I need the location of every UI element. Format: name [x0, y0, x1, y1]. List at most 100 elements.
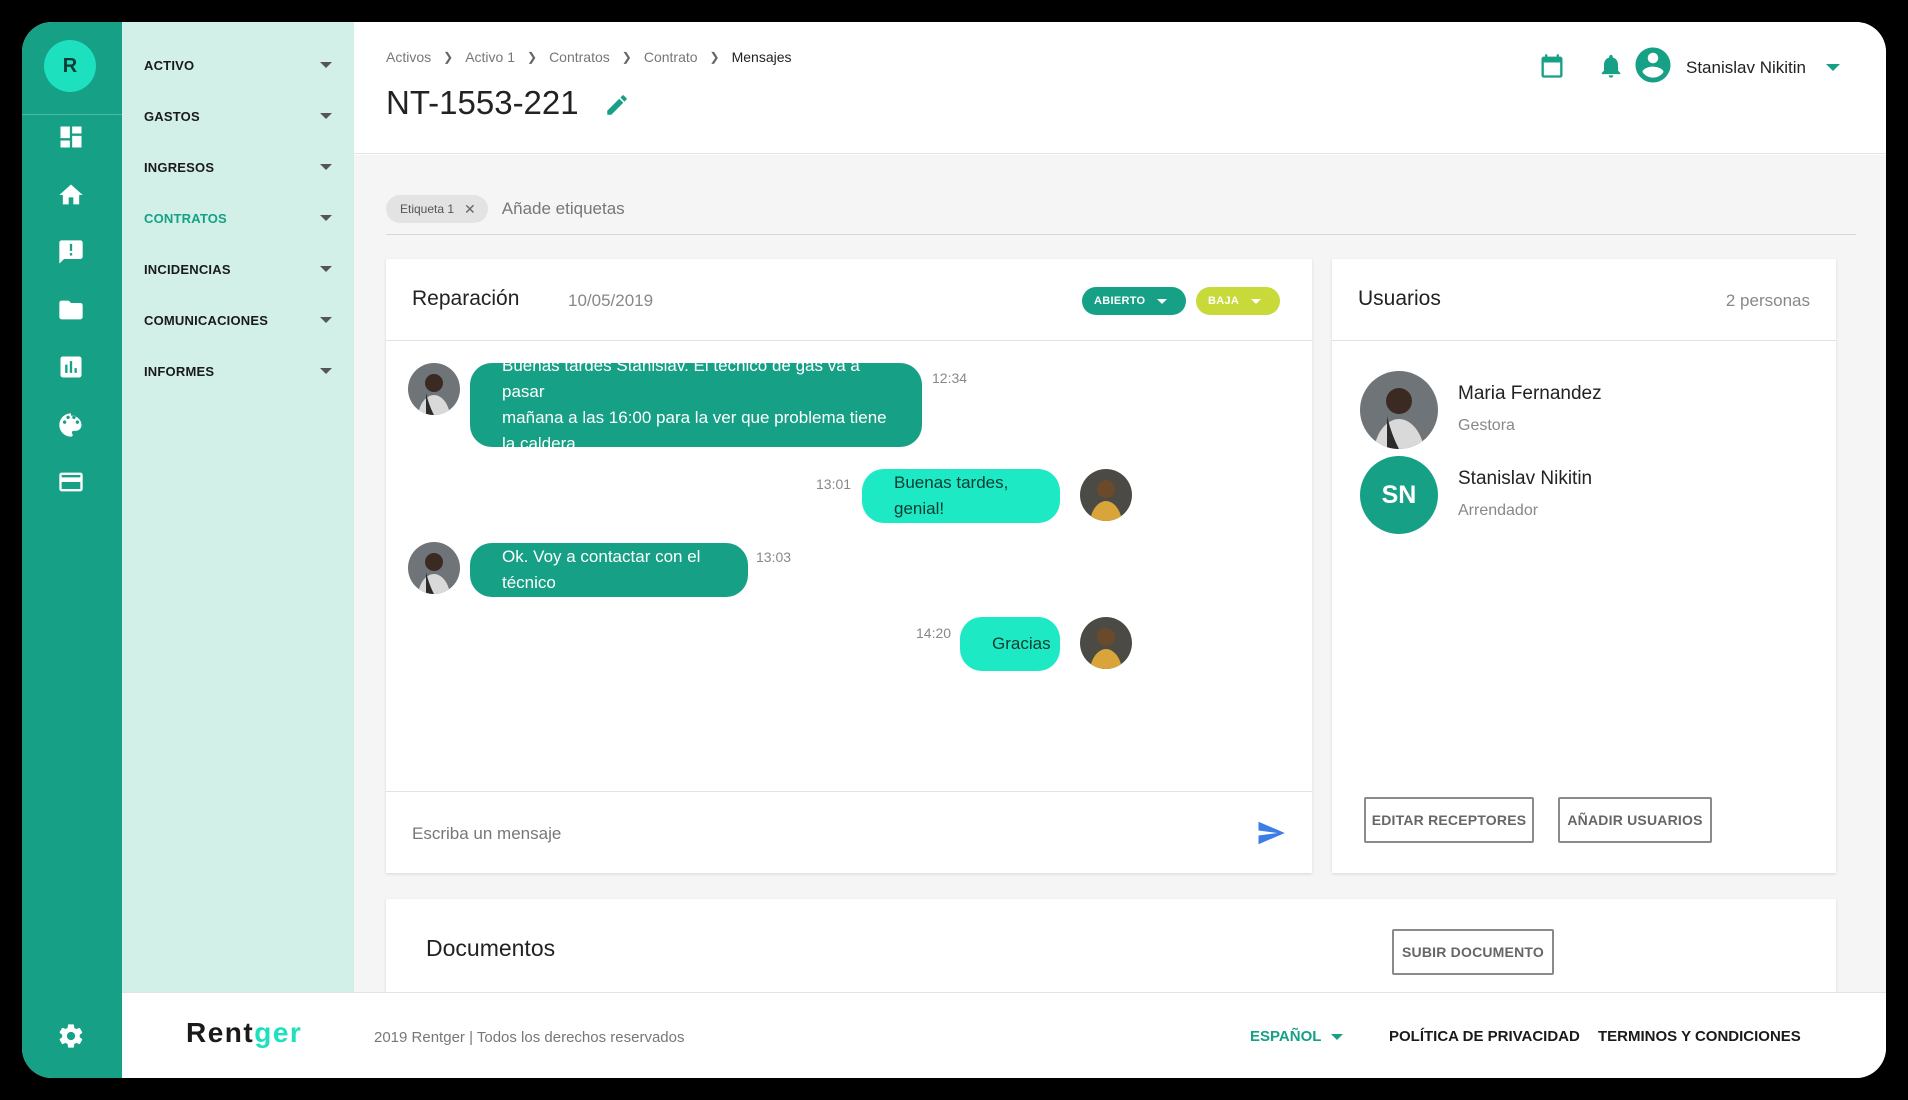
account-avatar[interactable]: R: [44, 40, 96, 92]
chevron-down-icon: [1251, 298, 1262, 304]
main-content: Etiqueta 1 ✕ Añade etiquetas Reparación …: [354, 155, 1886, 992]
priority-label: BAJA: [1208, 295, 1240, 307]
edit-icon[interactable]: [604, 92, 630, 118]
nav-item-label: GASTOS: [144, 108, 200, 124]
chart-icon[interactable]: [49, 345, 93, 389]
folder-icon[interactable]: [49, 288, 93, 332]
user-list-item[interactable]: Maria Fernandez Gestora: [1360, 371, 1810, 451]
tag-input[interactable]: Añade etiquetas: [502, 195, 625, 223]
message-composer: [386, 791, 1312, 873]
avatar: [408, 542, 460, 594]
nav-item-informes[interactable]: INFORMES: [122, 356, 354, 386]
chevron-down-icon: [1331, 1033, 1344, 1040]
users-title: Usuarios: [1358, 287, 1441, 310]
close-icon[interactable]: ✕: [464, 201, 476, 218]
chat-title: Reparación: [412, 287, 520, 310]
terms-link[interactable]: TERMINOS Y CONDICIONES: [1598, 1028, 1801, 1045]
chevron-down-icon: [320, 266, 332, 272]
status-label: ABIERTO: [1094, 295, 1146, 307]
bell-icon[interactable]: [1597, 52, 1627, 82]
language-selector[interactable]: ESPAÑOL: [1250, 1028, 1344, 1045]
footer: Rentger 2019 Rentger | Todos los derecho…: [122, 992, 1886, 1078]
nav-item-label: COMUNICACIONES: [144, 312, 269, 328]
chevron-down-icon: [1826, 64, 1840, 71]
breadcrumb-item[interactable]: Contrato: [644, 49, 698, 65]
nav-item-incidencias[interactable]: INCIDENCIAS: [122, 254, 354, 284]
message-time: 14:20: [916, 625, 952, 641]
nav-item-gastos[interactable]: GASTOS: [122, 101, 354, 131]
calendar-icon[interactable]: [1538, 52, 1568, 82]
breadcrumb-item[interactable]: Contratos: [549, 49, 610, 65]
priority-dropdown[interactable]: BAJA: [1196, 287, 1280, 315]
message-input[interactable]: [412, 816, 1232, 852]
chevron-down-icon: [320, 113, 332, 119]
palette-icon[interactable]: [49, 403, 93, 447]
users-count: 2 personas: [1725, 291, 1810, 310]
avatar: SN: [1360, 456, 1438, 534]
nav-item-comunicaciones[interactable]: COMUNICACIONES: [122, 305, 354, 335]
user-role: Arrendador: [1458, 502, 1539, 519]
user-name: Maria Fernandez: [1458, 383, 1602, 404]
chevron-down-icon: [320, 62, 332, 68]
copyright: 2019 Rentger | Todos los derechos reserv…: [374, 1029, 685, 1046]
message-text: Ok. Voy a contactar con el técnico: [502, 547, 701, 592]
breadcrumb-item[interactable]: Activos: [386, 49, 431, 65]
user-menu[interactable]: Stanislav Nikitin: [1632, 44, 1840, 91]
chevron-down-icon: [1157, 298, 1168, 304]
logo-text-accent: ger: [254, 1017, 303, 1048]
chevron-down-icon: [320, 368, 332, 374]
chevron-down-icon: [320, 317, 332, 323]
documents-card: Documentos SUBIR DOCUMENTO: [386, 899, 1836, 992]
nav-item-label: ACTIVO: [144, 57, 195, 73]
message-text: Buenas tardes Stanislav. El técnico de g…: [502, 356, 860, 401]
user-name: Stanislav Nikitin: [1458, 468, 1593, 489]
add-users-button[interactable]: AÑADIR USUARIOS: [1558, 797, 1712, 843]
chevron-right-icon: ❯: [621, 50, 632, 64]
tag-chip[interactable]: Etiqueta 1 ✕: [386, 195, 488, 223]
message-text: Buenas tardes, genial!: [894, 473, 1009, 518]
message-text: Gracias: [992, 634, 1051, 653]
settings-icon[interactable]: [49, 1014, 93, 1058]
nav-item-ingresos[interactable]: INGRESOS: [122, 152, 354, 182]
chat-date: 10/05/2019: [568, 291, 654, 310]
chevron-right-icon: ❯: [709, 50, 720, 64]
chevron-right-icon: ❯: [527, 50, 538, 64]
message-time: 13:03: [756, 549, 792, 565]
home-icon[interactable]: [49, 173, 93, 217]
message-bubble: Buenas tardes, genial!: [862, 469, 1060, 523]
card-icon[interactable]: [49, 460, 93, 504]
chat-card: Reparación 10/05/2019 ABIERTO BAJA Buena…: [386, 259, 1312, 873]
breadcrumb-item[interactable]: Activo 1: [465, 49, 515, 65]
incident-icon[interactable]: [49, 230, 93, 274]
user-role: Gestora: [1458, 417, 1515, 434]
message-bubble: Buenas tardes Stanislav. El técnico de g…: [470, 356, 922, 453]
section-nav: ACTIVO GASTOS INGRESOS CONTRATOS INCIDEN…: [122, 22, 354, 992]
dashboard-icon[interactable]: [49, 115, 93, 159]
send-icon[interactable]: [1256, 818, 1288, 850]
nav-item-contratos[interactable]: CONTRATOS: [122, 203, 354, 233]
privacy-link[interactable]: POLÍTICA DE PRIVACIDAD: [1389, 1028, 1580, 1045]
logo: Rentger: [186, 1017, 302, 1049]
chevron-down-icon: [320, 215, 332, 221]
nav-item-activo[interactable]: ACTIVO: [122, 50, 354, 80]
avatar: [1080, 469, 1132, 521]
message-time: 13:01: [816, 476, 852, 492]
breadcrumb-current: Mensajes: [731, 49, 792, 65]
upload-document-button[interactable]: SUBIR DOCUMENTO: [1392, 929, 1554, 975]
user-list-item[interactable]: SN Stanislav Nikitin Arrendador: [1360, 456, 1810, 536]
tags-bar: Etiqueta 1 ✕ Añade etiquetas: [386, 195, 1856, 235]
users-card: Usuarios 2 personas Maria Fernandez Gest…: [1332, 259, 1836, 873]
avatar: [408, 363, 460, 415]
message-time: 12:34: [932, 370, 968, 386]
message-text: mañana a las 16:00 para la ver que probl…: [502, 408, 887, 453]
nav-item-label: CONTRATOS: [144, 210, 227, 226]
avatar: [1360, 371, 1438, 449]
page-title: NT-1553-221: [386, 84, 579, 121]
message-bubble: Gracias: [960, 617, 1060, 671]
avatar: [1080, 617, 1132, 669]
nav-item-label: INGRESOS: [144, 159, 215, 175]
status-dropdown[interactable]: ABIERTO: [1082, 287, 1186, 315]
language-label: ESPAÑOL: [1250, 1028, 1322, 1045]
app-window: R ACTIVO GASTOS INGRESOS CONTRATOS INCID…: [22, 22, 1886, 1078]
edit-recipients-button[interactable]: EDITAR RECEPTORES: [1364, 797, 1534, 843]
